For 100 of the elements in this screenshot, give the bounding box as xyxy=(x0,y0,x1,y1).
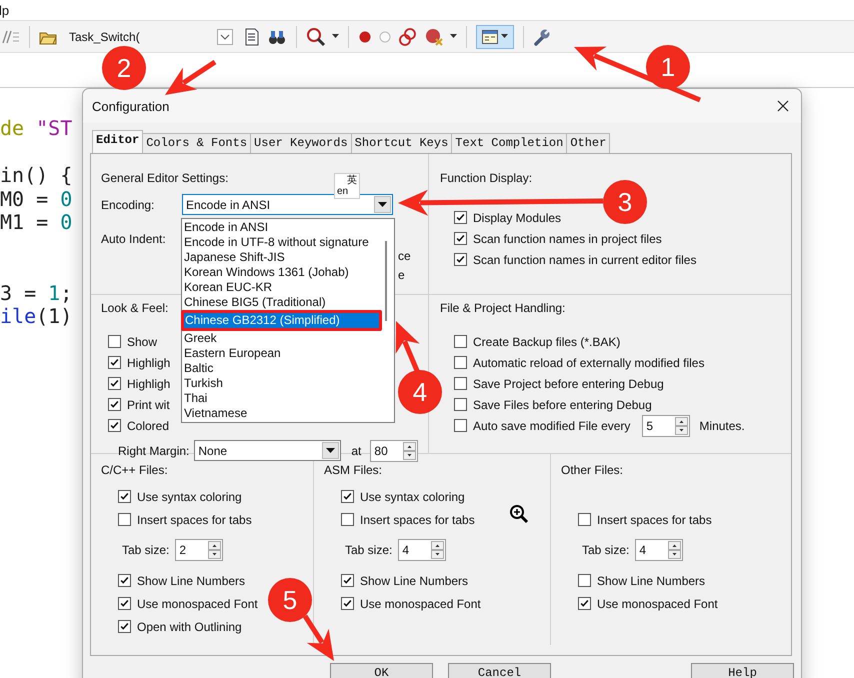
code-line: M1 = 0 xyxy=(0,211,72,234)
checkbox[interactable] xyxy=(108,335,121,348)
field-label: Encoding: xyxy=(101,198,156,212)
checkbox-label: Auto save modified File every xyxy=(473,418,630,432)
list-item[interactable]: Vietnamese xyxy=(183,406,380,421)
minutes-spinbox[interactable]: 5 xyxy=(642,414,690,436)
rings-icon[interactable] xyxy=(398,28,418,46)
list-item[interactable]: Japanese Shift-JIS xyxy=(183,250,380,265)
code-line: M0 = 0 xyxy=(0,188,72,211)
checkbox[interactable] xyxy=(454,419,467,432)
caret-icon[interactable] xyxy=(326,448,336,453)
checkbox[interactable] xyxy=(341,574,354,587)
checkbox[interactable] xyxy=(108,356,121,369)
caret-icon[interactable] xyxy=(501,34,508,39)
tab-size-spinbox[interactable]: 4 xyxy=(398,539,446,561)
tab[interactable]: Colors & Fonts xyxy=(142,133,252,153)
group-heading: File & Project Handling: xyxy=(440,301,566,315)
checkbox[interactable] xyxy=(108,419,121,432)
checkbox[interactable] xyxy=(454,335,467,348)
tab-size-spinbox[interactable]: 2 xyxy=(175,539,224,561)
page-icon[interactable] xyxy=(243,28,261,46)
close-icon[interactable] xyxy=(777,100,789,112)
field-label: Tab size: xyxy=(122,543,170,557)
tab[interactable]: Text Completion xyxy=(451,133,568,153)
breakpoint-icon[interactable] xyxy=(358,30,372,44)
checkbox[interactable] xyxy=(118,597,131,610)
code-line: in() { xyxy=(0,164,72,188)
group-heading: ASM Files: xyxy=(324,463,382,477)
checkbox[interactable] xyxy=(454,356,467,369)
checkbox[interactable] xyxy=(454,253,467,266)
tab[interactable]: User Keywords xyxy=(250,133,352,153)
list-item[interactable]: Korean EUC-KR xyxy=(183,280,380,295)
tab-size-spinbox[interactable]: 4 xyxy=(635,539,684,561)
checkbox-label: Scan function names in current editor files xyxy=(473,252,696,266)
checkbox[interactable] xyxy=(454,232,467,245)
checkbox[interactable] xyxy=(578,513,591,526)
margin-spinbox[interactable]: 80 xyxy=(370,440,418,462)
unit-label: Minutes. xyxy=(699,418,745,432)
field-label: Right Margin: xyxy=(118,444,190,458)
field-label: Tab size: xyxy=(582,543,630,557)
list-item[interactable]: Encode in UTF-8 without signature xyxy=(183,235,380,250)
checkbox[interactable] xyxy=(578,574,591,587)
spin-arrows-icon[interactable] xyxy=(208,541,222,559)
list-item[interactable]: Chinese BIG5 (Traditional) xyxy=(183,295,380,310)
caret-icon[interactable] xyxy=(378,202,387,207)
field-label: Tab size: xyxy=(345,543,392,557)
menu-item[interactable]: lp xyxy=(0,2,10,18)
breakpoint-delete-icon[interactable] xyxy=(424,28,444,46)
comment-icon[interactable] xyxy=(2,30,20,44)
checkbox[interactable] xyxy=(454,398,467,411)
encoding-dropdown[interactable]: Encode in ANSI xyxy=(182,194,393,215)
spin-arrows-icon[interactable] xyxy=(403,442,416,460)
checkbox[interactable] xyxy=(454,211,467,224)
window-button[interactable] xyxy=(476,24,514,48)
list-item[interactable]: Eastern European xyxy=(183,346,380,361)
checkbox-label: Highligh xyxy=(127,356,170,370)
checkbox-label: Use monospaced Font xyxy=(360,596,481,610)
caret-icon[interactable] xyxy=(332,34,339,39)
list-item[interactable]: Baltic xyxy=(183,361,380,376)
dialog-button[interactable]: Cancel xyxy=(448,663,551,678)
tab[interactable]: Editor xyxy=(92,130,144,153)
window-icon[interactable] xyxy=(482,30,498,44)
tab[interactable]: Shortcut Keys xyxy=(350,133,452,153)
group-heading: General Editor Settings: xyxy=(101,171,228,185)
checkbox[interactable] xyxy=(118,513,131,526)
checkbox[interactable] xyxy=(341,597,354,610)
checkbox[interactable] xyxy=(118,574,131,587)
list-item[interactable]: Greek xyxy=(183,331,380,346)
caret-icon[interactable] xyxy=(450,34,457,39)
target-combo[interactable]: Task_Switch( xyxy=(67,28,233,44)
checkbox[interactable] xyxy=(578,597,591,610)
dialog-button[interactable]: OK xyxy=(330,663,433,678)
checkbox[interactable] xyxy=(341,513,354,526)
checkbox[interactable] xyxy=(454,377,467,390)
group-heading: Function Display: xyxy=(440,171,532,185)
tab[interactable]: Other xyxy=(566,133,610,153)
checkbox[interactable] xyxy=(108,398,121,411)
magnifier-icon[interactable] xyxy=(306,26,326,46)
list-item[interactable]: Chinese GB2312 (Simplified) xyxy=(181,310,382,331)
checkbox[interactable] xyxy=(118,490,131,503)
checkbox[interactable] xyxy=(118,620,131,633)
checkbox-label: Colored xyxy=(127,418,170,432)
checkbox-label: Create Backup files (*.BAK) xyxy=(473,334,620,348)
list-item[interactable]: Turkish xyxy=(183,376,380,391)
field-label: Auto Indent: xyxy=(101,231,166,247)
spin-arrows-icon[interactable] xyxy=(431,541,444,559)
list-item[interactable]: Encode in ANSI xyxy=(183,220,380,235)
checkbox-label: Insert spaces for tabs xyxy=(597,512,712,526)
checkbox[interactable] xyxy=(341,490,354,503)
list-item[interactable]: Thai xyxy=(183,391,380,406)
checkbox[interactable] xyxy=(108,377,121,390)
checkbox-label: Insert spaces for tabs xyxy=(360,512,475,526)
option-label: ce xyxy=(398,248,411,265)
spin-arrows-icon[interactable] xyxy=(668,541,682,559)
code-line: 3 = 1; xyxy=(0,282,72,305)
list-item[interactable]: Korean Windows 1361 (Johab) xyxy=(183,265,380,280)
wrench-icon[interactable] xyxy=(533,28,551,46)
spin-arrows-icon[interactable] xyxy=(675,416,688,434)
margin-dropdown[interactable]: None xyxy=(194,440,342,461)
ime-indicator[interactable]: 英 en xyxy=(334,173,360,199)
